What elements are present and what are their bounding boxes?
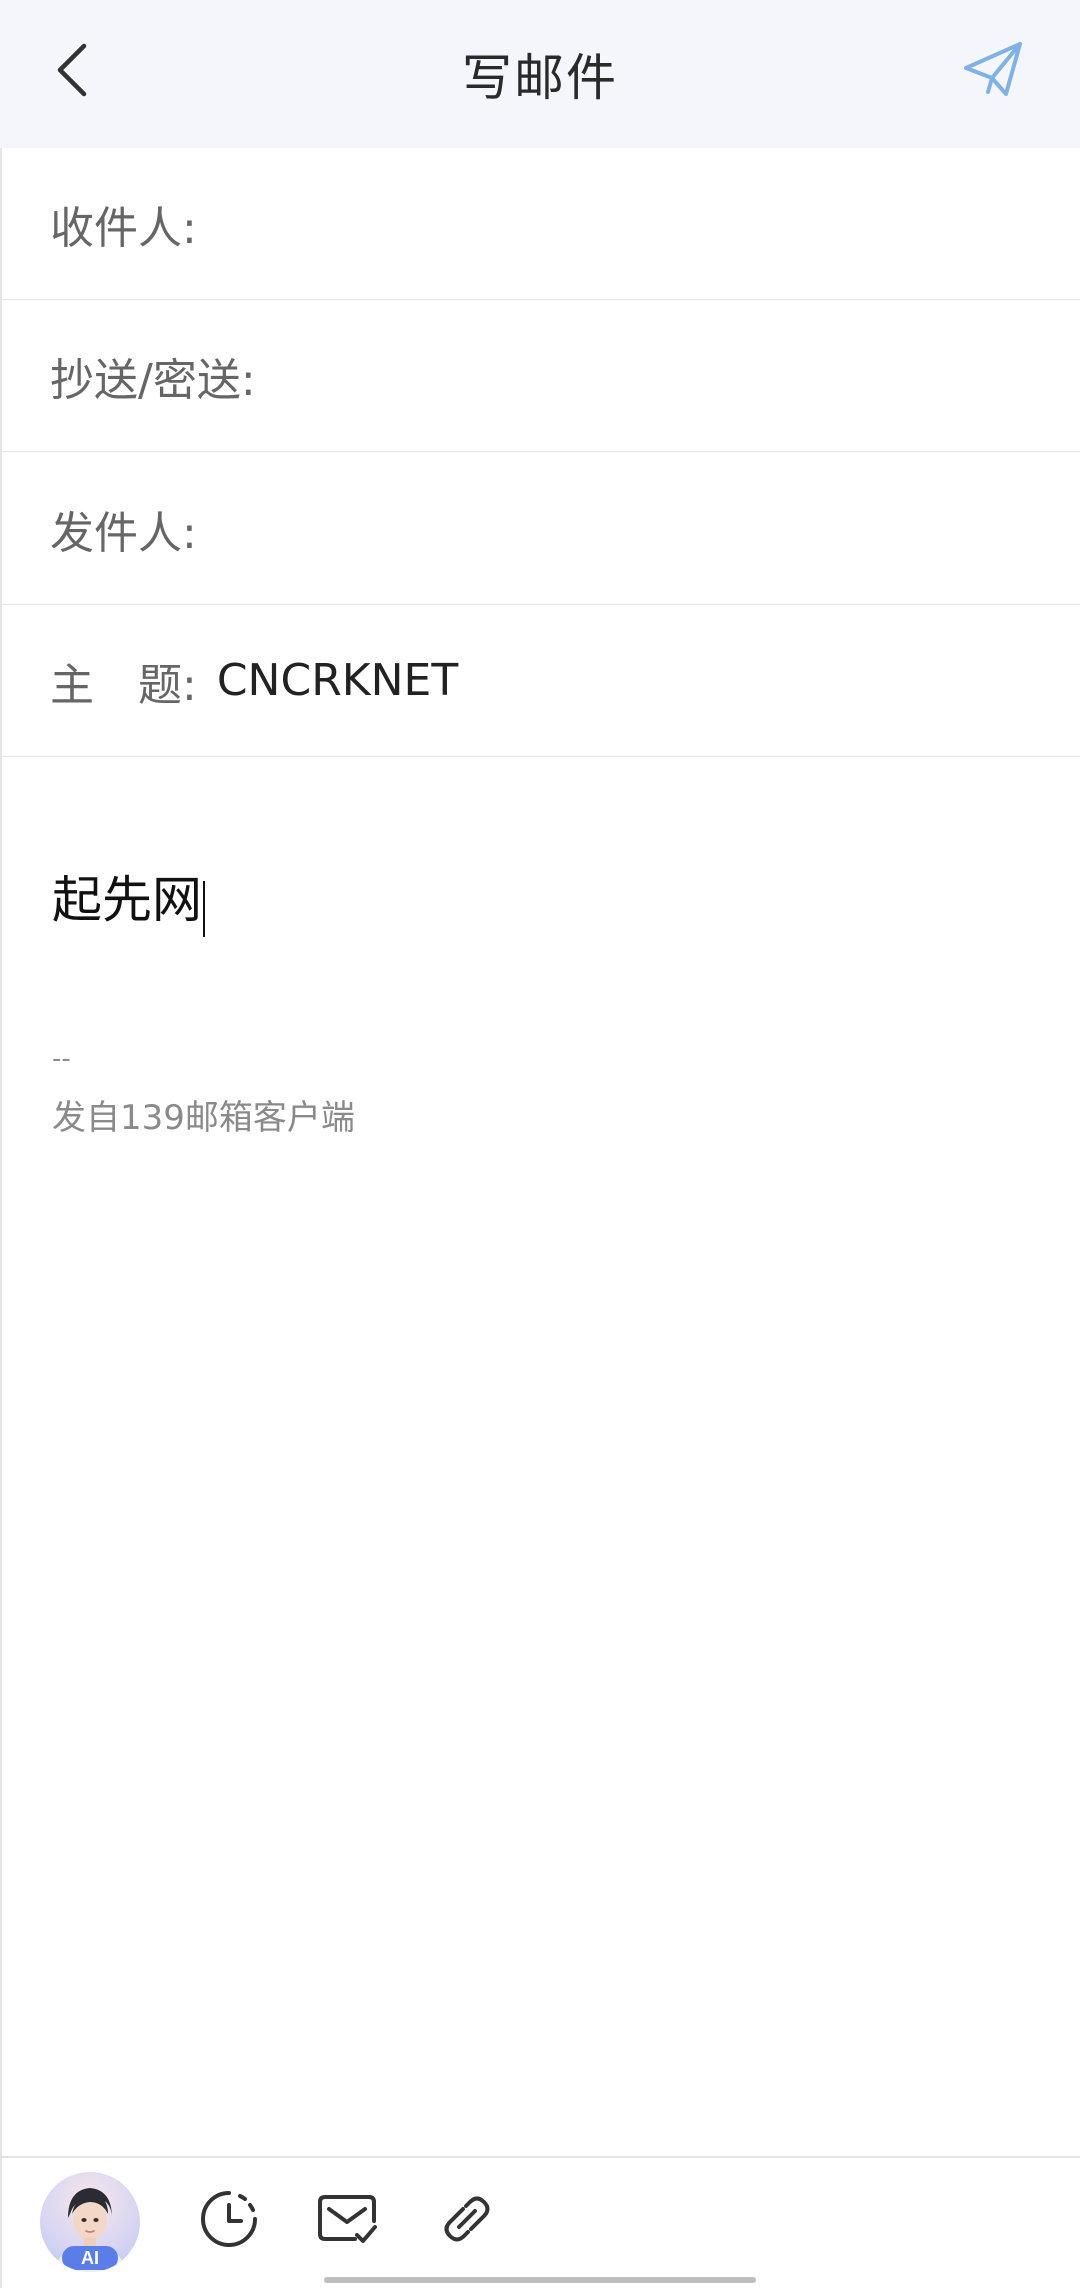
body-text[interactable]: 起先网 [52,860,202,932]
back-button[interactable] [44,38,100,102]
chevron-left-icon [57,43,87,97]
schedule-send-button[interactable] [194,2184,264,2254]
send-button[interactable] [956,34,1032,106]
message-body[interactable]: 起先网 [52,860,1032,941]
read-receipt-button[interactable] [312,2184,382,2254]
from-label: 发件人: [50,507,197,559]
page-title: 写邮件 [462,49,618,107]
to-row[interactable]: 收件人: [0,148,1080,300]
signature-separator: -- [52,1044,71,1074]
envelope-check-icon [318,2195,377,2243]
ai-assistant-button[interactable]: AI [40,2172,140,2272]
cc-bcc-field[interactable] [266,300,1080,451]
subject-field[interactable]: CNCRKNET [217,605,1080,756]
clock-icon [201,2191,257,2247]
text-caret [203,880,205,937]
home-indicator[interactable] [324,2277,756,2283]
ai-badge: AI [62,2246,118,2270]
bottom-toolbar: AI [0,2158,1080,2288]
paperclip-icon [444,2196,490,2242]
from-field[interactable] [207,453,1080,604]
attachment-button[interactable] [432,2184,502,2254]
top-bar: 写邮件 [0,0,1080,148]
signature-text: 发自139邮箱客户端 [52,1098,355,1138]
paper-plane-icon [964,42,1022,96]
to-label: 收件人: [50,202,197,254]
cc-bcc-row[interactable]: 抄送/密送: [0,300,1080,452]
cc-bcc-label: 抄送/密送: [50,354,256,406]
to-field[interactable] [207,148,1080,299]
from-row[interactable]: 发件人: [0,453,1080,605]
subject-label: 主 题: [50,659,197,711]
subject-row[interactable]: 主 题: CNCRKNET [0,605,1080,757]
